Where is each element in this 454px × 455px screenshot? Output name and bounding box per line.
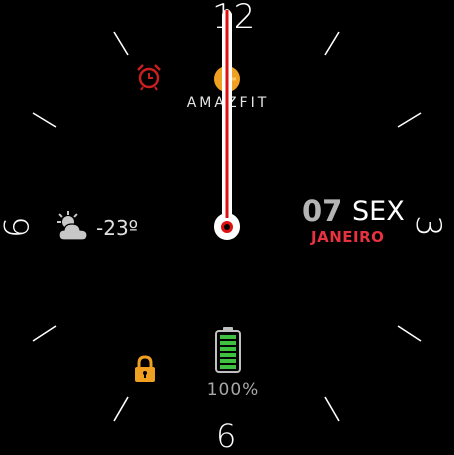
clock-hand <box>214 9 240 240</box>
watch-face: 12 3 6 9 AMAZFIT -23º 07 SEX JANEIRO <box>0 0 454 454</box>
hand-center-dot <box>224 224 230 230</box>
hand-red-stripe <box>225 10 229 218</box>
